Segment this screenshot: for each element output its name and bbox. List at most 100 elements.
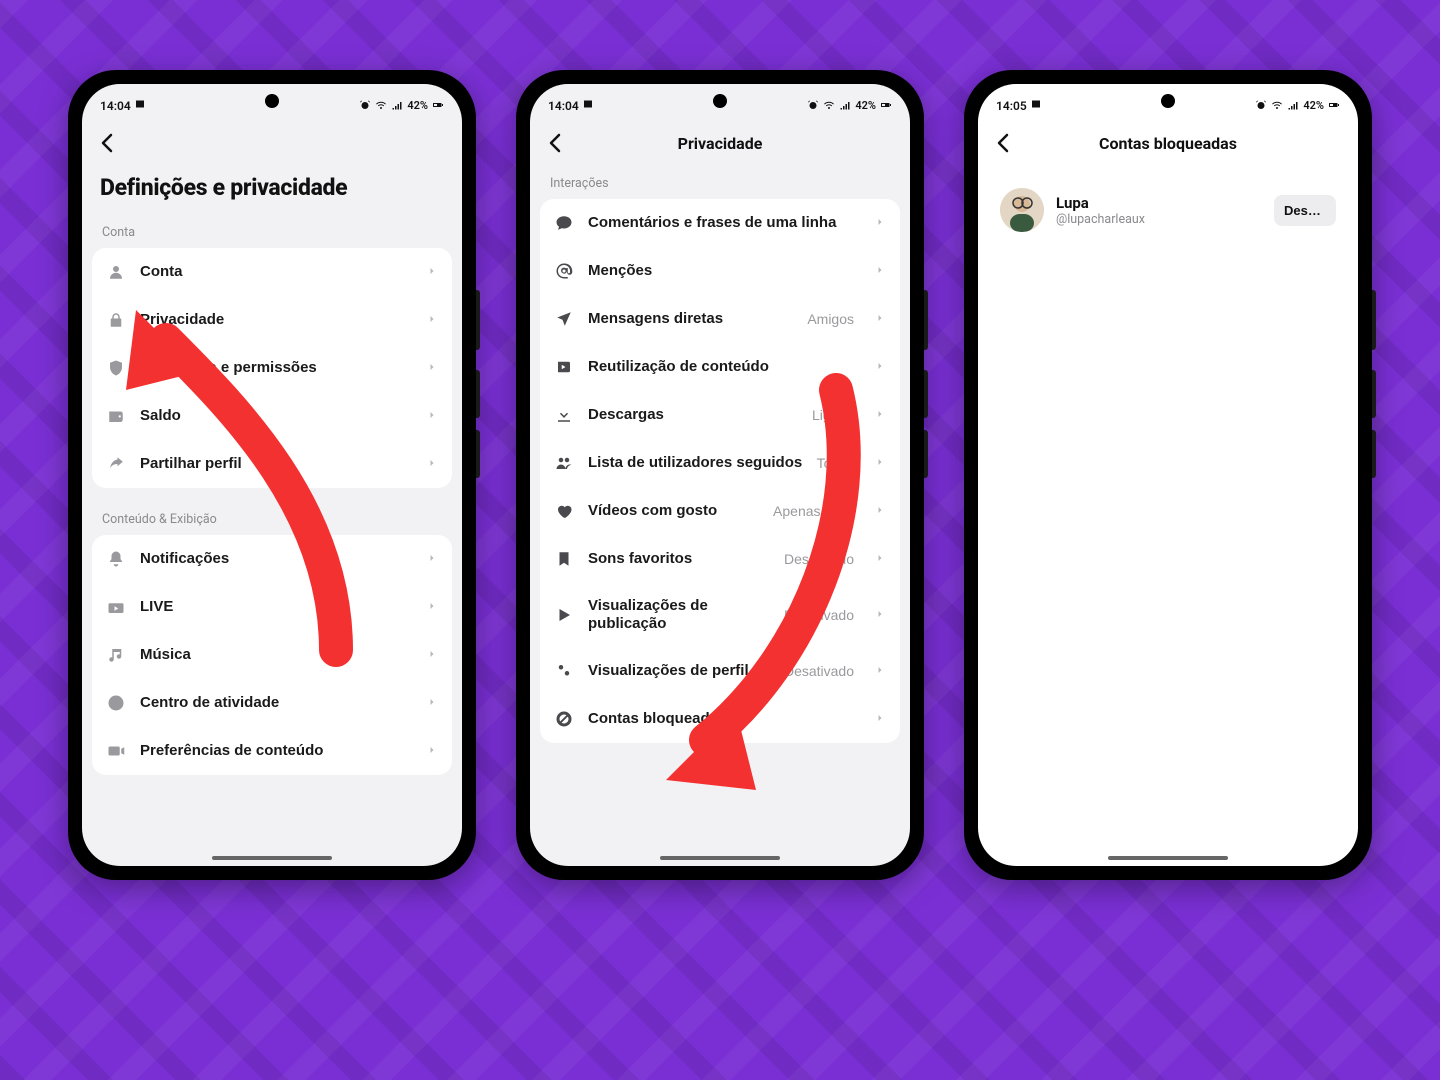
settings-item-music[interactable]: Música xyxy=(92,631,452,679)
status-time: 14:04 xyxy=(100,99,131,113)
item-value: Ligado xyxy=(812,407,854,423)
settings-item-live[interactable]: LIVE xyxy=(92,583,452,631)
chevron-right-icon xyxy=(426,265,438,280)
item-label: Notificações xyxy=(140,550,412,568)
settings-item-notifications[interactable]: Notificações xyxy=(92,535,452,583)
chevron-right-icon xyxy=(426,313,438,328)
lock-icon xyxy=(106,310,126,330)
status-battery: 42% xyxy=(407,99,428,112)
header xyxy=(82,120,462,166)
item-value: Desativado xyxy=(784,663,854,679)
header-title: Privacidade xyxy=(530,134,910,153)
person-icon xyxy=(106,262,126,282)
chevron-right-icon xyxy=(874,264,886,279)
blocked-accounts-list: Lupa @lupacharleaux Desbloquear xyxy=(988,176,1348,244)
header: Privacidade xyxy=(530,120,910,166)
settings-item-content-prefs[interactable]: Preferências de conteúdo xyxy=(92,727,452,775)
phone-volume-button xyxy=(924,430,928,478)
item-label: Sons favoritos xyxy=(588,550,770,568)
bookmark-icon xyxy=(554,549,574,569)
item-label: LIVE xyxy=(140,598,412,616)
shield-icon xyxy=(106,358,126,378)
chevron-right-icon xyxy=(426,457,438,472)
privacy-interactions-group: Comentários e frases de uma linha Mençõe… xyxy=(540,199,900,743)
privacy-item-fav-sounds[interactable]: Sons favoritos Desativado xyxy=(540,535,900,583)
privacy-item-comments[interactable]: Comentários e frases de uma linha xyxy=(540,199,900,247)
status-time: 14:05 xyxy=(996,99,1027,113)
alarm-icon xyxy=(1255,99,1267,111)
status-time: 14:04 xyxy=(548,99,579,113)
settings-item-account[interactable]: Conta xyxy=(92,248,452,296)
chevron-right-icon xyxy=(874,552,886,567)
section-label: Conteúdo & Exibição xyxy=(82,502,462,535)
item-label: Conta xyxy=(140,263,412,281)
chevron-right-icon xyxy=(874,504,886,519)
phone-mockup-3: 14:05 42% Contas bloqueadas xyxy=(964,70,1372,880)
home-indicator xyxy=(1108,856,1228,860)
front-camera xyxy=(265,94,279,108)
chevron-right-icon xyxy=(874,608,886,623)
blocked-account-row: Lupa @lupacharleaux Desbloquear xyxy=(988,176,1348,244)
chevron-right-icon xyxy=(426,696,438,711)
item-value: Todos xyxy=(817,455,854,471)
chevron-right-icon xyxy=(874,456,886,471)
battery-icon xyxy=(1328,99,1340,111)
settings-item-activity-center[interactable]: Centro de atividade xyxy=(92,679,452,727)
chevron-right-icon xyxy=(874,712,886,727)
privacy-item-reuse[interactable]: Reutilização de conteúdo xyxy=(540,343,900,391)
battery-icon xyxy=(432,99,444,111)
back-arrow-icon xyxy=(992,131,1016,155)
live-icon xyxy=(106,597,126,617)
item-label: Segurança e permissões xyxy=(140,359,412,377)
section-label: Interações xyxy=(530,166,910,199)
wifi-icon xyxy=(375,99,387,111)
item-value: Desativado xyxy=(784,607,854,623)
privacy-item-profile-views[interactable]: Visualizações de perfil Desativado xyxy=(540,647,900,695)
unblock-button[interactable]: Desbloquear xyxy=(1274,195,1336,226)
item-value: Desativado xyxy=(784,551,854,567)
chevron-right-icon xyxy=(426,600,438,615)
reuse-icon xyxy=(554,357,574,377)
phone-volume-button xyxy=(476,370,480,418)
paper-plane-icon xyxy=(554,309,574,329)
music-icon xyxy=(106,645,126,665)
footsteps-icon xyxy=(554,661,574,681)
item-label: Música xyxy=(140,646,412,664)
item-label: Menções xyxy=(588,262,860,280)
front-camera xyxy=(1161,94,1175,108)
section-label: Conta xyxy=(82,215,462,248)
phone-volume-button xyxy=(1372,370,1376,418)
back-button[interactable] xyxy=(544,131,568,155)
privacy-item-liked-videos[interactable]: Vídeos com gosto Apenas você xyxy=(540,487,900,535)
settings-item-balance[interactable]: Saldo xyxy=(92,392,452,440)
privacy-item-post-views[interactable]: Visualizações de publicação Desativado xyxy=(540,583,900,647)
privacy-item-downloads[interactable]: Descargas Ligado xyxy=(540,391,900,439)
settings-group-account: Conta Privacidade Segurança e permissões xyxy=(92,248,452,488)
bell-icon xyxy=(106,549,126,569)
item-label: Visualizações de publicação xyxy=(588,597,770,633)
privacy-item-blocked-accounts[interactable]: Contas bloqueadas xyxy=(540,695,900,743)
share-icon xyxy=(106,454,126,474)
settings-group-content: Notificações LIVE Música xyxy=(92,535,452,775)
item-label: Contas bloqueadas xyxy=(588,710,860,728)
chevron-right-icon xyxy=(874,216,886,231)
privacy-item-following-list[interactable]: Lista de utilizadores seguidos Todos xyxy=(540,439,900,487)
settings-item-share-profile[interactable]: Partilhar perfil xyxy=(92,440,452,488)
privacy-item-dms[interactable]: Mensagens diretas Amigos xyxy=(540,295,900,343)
settings-item-security[interactable]: Segurança e permissões xyxy=(92,344,452,392)
wallet-icon xyxy=(106,406,126,426)
back-arrow-icon xyxy=(544,131,568,155)
download-icon xyxy=(554,405,574,425)
item-label: Visualizações de perfil xyxy=(588,662,770,680)
avatar[interactable] xyxy=(1000,188,1044,232)
header-title: Contas bloqueadas xyxy=(978,134,1358,153)
alarm-icon xyxy=(359,99,371,111)
picture-icon xyxy=(1030,98,1042,110)
privacy-item-mentions[interactable]: Menções xyxy=(540,247,900,295)
play-icon xyxy=(554,605,574,625)
chevron-right-icon xyxy=(874,408,886,423)
settings-item-privacy[interactable]: Privacidade xyxy=(92,296,452,344)
phone-volume-button xyxy=(1372,430,1376,478)
back-button[interactable] xyxy=(992,131,1016,155)
back-button[interactable] xyxy=(96,131,120,155)
